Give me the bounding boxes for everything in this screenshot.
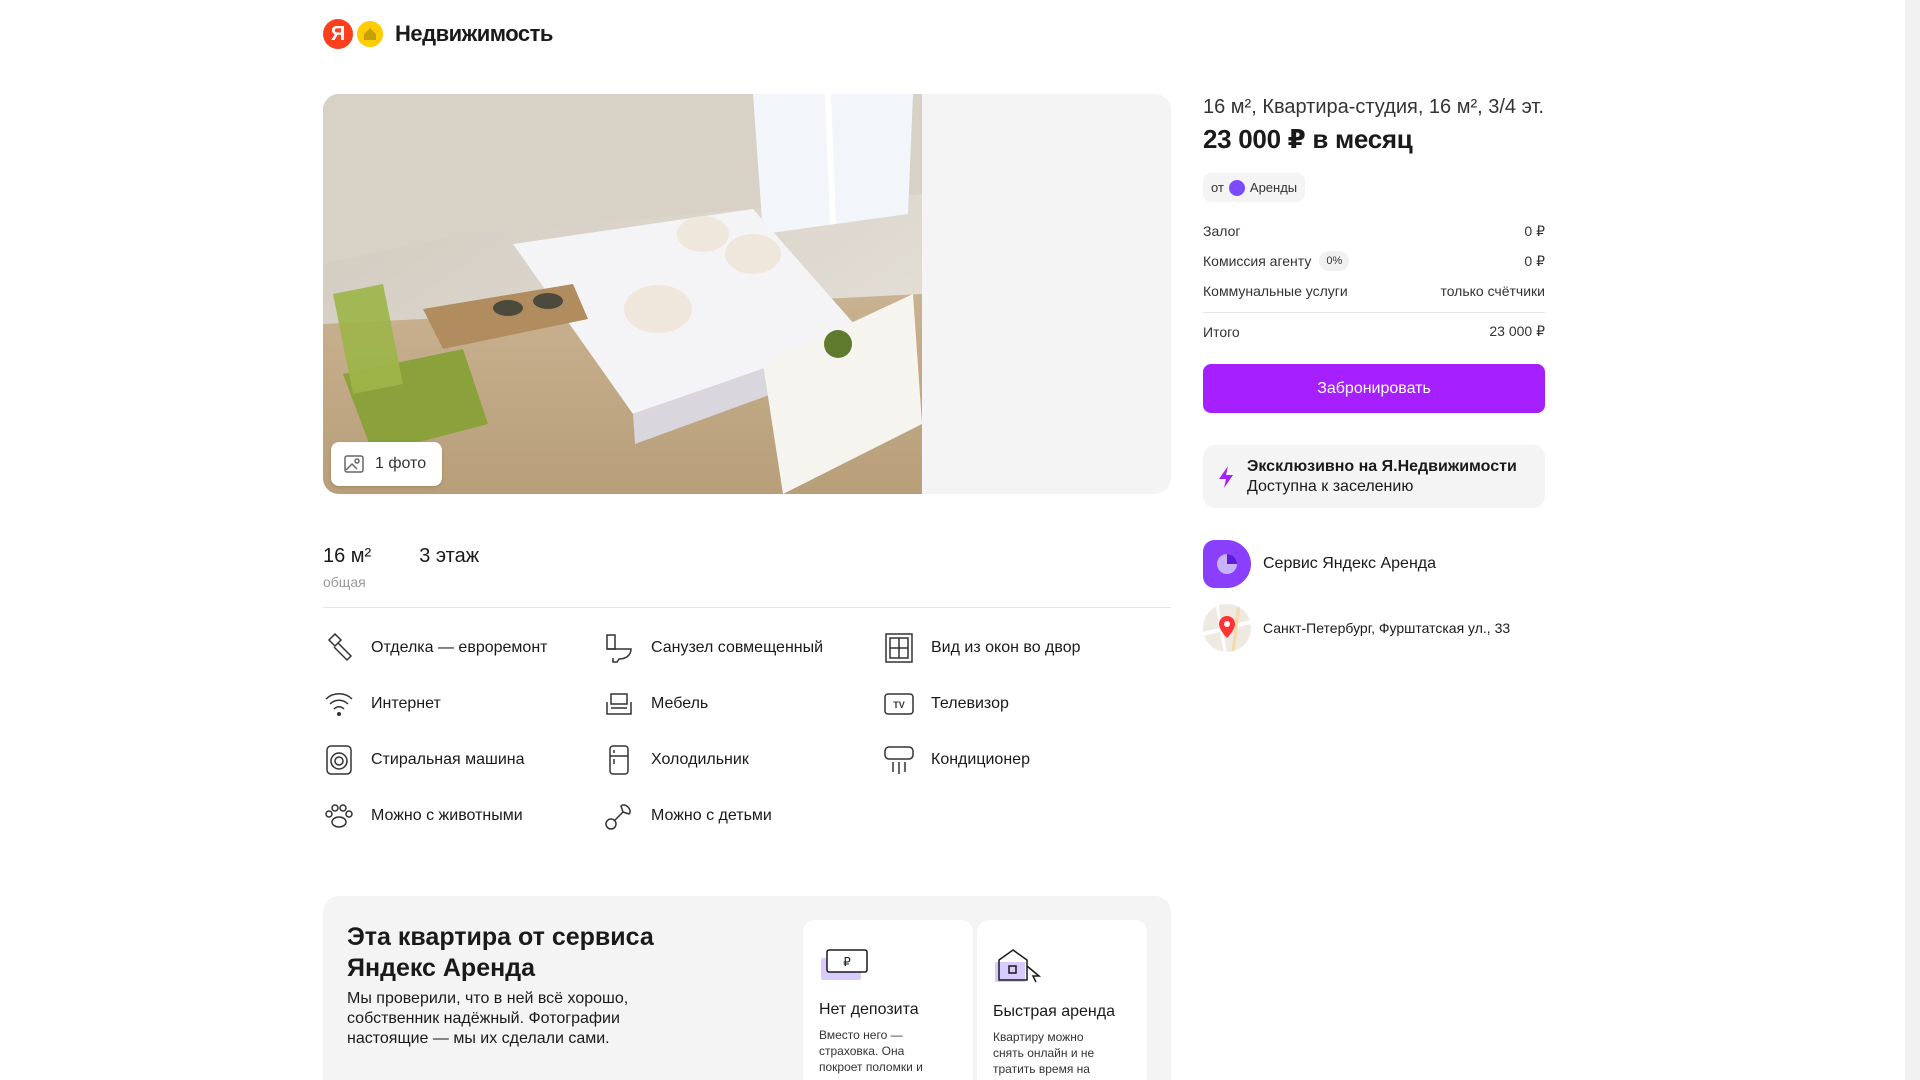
svg-text:₽: ₽ bbox=[843, 955, 851, 969]
param-floor: 3 этаж bbox=[419, 545, 479, 607]
yandex-realty-logo[interactable]: Я Недвижимость bbox=[323, 18, 553, 50]
photo-count-button[interactable]: 1 фото bbox=[331, 442, 443, 486]
page-scrollbar[interactable] bbox=[1905, 0, 1920, 1080]
fee-value: 0 ₽ bbox=[1524, 222, 1545, 239]
promo-card-title: Быстрая аренда bbox=[993, 1003, 1115, 1020]
fee-row-commission: Комиссия агенту 0% 0 ₽ bbox=[1203, 246, 1545, 276]
apartment-photo[interactable]: 1 фото bbox=[323, 94, 922, 494]
yandex-rent-service-icon bbox=[1203, 540, 1251, 588]
amenity-label: Вид из окон во двор bbox=[931, 639, 1081, 656]
promo-text: Мы проверили, что в ней всё хорошо, собс… bbox=[347, 990, 629, 1047]
amenity-label: Санузел совмещенный bbox=[651, 639, 824, 656]
fee-label: Комиссия агенту bbox=[1203, 253, 1312, 269]
amenity-label: Отделка — евроремонт bbox=[371, 639, 548, 656]
realty-house-icon bbox=[355, 19, 385, 49]
washing-machine-icon bbox=[326, 745, 352, 775]
air-conditioner-icon bbox=[884, 746, 914, 774]
amenity-item: Можно с животными bbox=[323, 800, 603, 832]
book-button[interactable]: Забронировать bbox=[1203, 364, 1545, 413]
fee-label: Залог bbox=[1203, 223, 1241, 239]
lightning-icon bbox=[1219, 465, 1233, 488]
total-label: Итого bbox=[1203, 323, 1240, 340]
service-label: Сервис Яндекс Аренда bbox=[1263, 555, 1437, 572]
amenity-item: Отделка — евроремонт bbox=[323, 632, 603, 664]
amenity-item: Вид из окон во двор bbox=[883, 632, 1171, 664]
promo-card-text: Вместо него — страховка. Она покроет пол… bbox=[819, 1028, 923, 1080]
amenity-label: Интернет bbox=[371, 695, 441, 712]
amenity-item: Мебель bbox=[603, 688, 883, 720]
promo-card-fast-rent: Быстрая аренда Квартиру можно снять онла… bbox=[977, 920, 1147, 1080]
amenity-item: TV Телевизор bbox=[883, 688, 1171, 720]
photo-gallery[interactable]: 1 фото bbox=[323, 94, 1171, 494]
badge-text: Аренды bbox=[1249, 180, 1298, 195]
address-label: Санкт-Петербург, Фурштатская ул., 33 bbox=[1263, 620, 1511, 636]
amenities-grid: Отделка — евроремонт Санузел совмещенный… bbox=[323, 632, 1171, 832]
offer-sidebar: 16 м², Квартира-студия, 16 м², 3/4 эт. 2… bbox=[1203, 92, 1545, 652]
armchair-icon bbox=[606, 693, 632, 715]
exclusive-title: Эксклюзивно на Я.Недвижимости bbox=[1247, 457, 1517, 475]
pacifier-icon bbox=[605, 804, 631, 830]
logo-text: Недвижимость bbox=[395, 21, 553, 46]
service-link[interactable]: Сервис Яндекс Аренда bbox=[1203, 540, 1545, 588]
amenity-label: Телевизор bbox=[931, 695, 1009, 712]
money-icon: ₽ bbox=[821, 949, 868, 980]
promo-card-no-deposit: ₽ Нет депозита Вместо него — страховка. … bbox=[803, 920, 973, 1080]
photo-count-label: 1 фото bbox=[375, 455, 427, 472]
amenity-item: Холодильник bbox=[603, 744, 883, 776]
paw-icon bbox=[325, 804, 353, 828]
fee-row-deposit: Залог 0 ₽ bbox=[1203, 216, 1545, 246]
promo-card-text: Квартиру можно снять онлайн и не тратить… bbox=[993, 1030, 1095, 1080]
tv-icon: TV bbox=[884, 693, 914, 715]
badge-prefix: от bbox=[1211, 180, 1224, 195]
amenity-label: Мебель bbox=[651, 695, 709, 712]
fee-label: Коммунальные услуги bbox=[1203, 283, 1348, 299]
param-floor-value: 3 этаж bbox=[419, 545, 480, 567]
exclusive-banner: Эксклюзивно на Я.Недвижимости Доступна к… bbox=[1203, 445, 1545, 508]
map-thumbnail[interactable] bbox=[1203, 604, 1251, 652]
renovation-icon bbox=[327, 632, 353, 662]
fee-value: 0 ₽ bbox=[1524, 252, 1545, 269]
amenity-label: Холодильник bbox=[651, 751, 749, 768]
amenity-label: Можно с детьми bbox=[651, 807, 772, 824]
yandex-logo-icon: Я bbox=[323, 19, 353, 49]
amenity-item: Интернет bbox=[323, 688, 603, 720]
amenity-item: Санузел совмещенный bbox=[603, 632, 883, 664]
fee-row-utilities: Коммунальные услуги только счётчики bbox=[1203, 276, 1545, 306]
commission-chip: 0% bbox=[1319, 251, 1350, 271]
svg-text:TV: TV bbox=[893, 700, 905, 710]
amenity-item: Можно с детьми bbox=[603, 800, 883, 832]
yandex-rent-promo: Эта квартира от сервиса Яндекс Аренда Мы… bbox=[323, 896, 1171, 1080]
toilet-icon bbox=[606, 634, 632, 663]
promo-title: Эта квартира от сервиса Яндекс Аренда bbox=[347, 923, 654, 982]
apartment-params: 16 м² общая 3 этаж bbox=[323, 545, 1171, 608]
amenity-item: Кондиционер bbox=[883, 744, 1171, 776]
param-area-sub: общая bbox=[323, 574, 366, 590]
param-area-value: 16 м² bbox=[323, 545, 372, 567]
window-icon bbox=[885, 633, 913, 663]
gallery-icon bbox=[344, 455, 364, 473]
fee-value: только счётчики bbox=[1440, 283, 1545, 299]
amenity-label: Стиральная машина bbox=[371, 751, 525, 768]
amenity-item: Стиральная машина bbox=[323, 744, 603, 776]
exclusive-subtitle: Доступна к заселению bbox=[1247, 477, 1414, 495]
rent-source-badge[interactable]: от Аренды bbox=[1203, 173, 1306, 202]
fee-row-total: Итого 23 000 ₽ bbox=[1203, 312, 1545, 350]
offer-title: 16 м², Квартира-студия, 16 м², 3/4 эт. bbox=[1203, 96, 1544, 118]
promo-card-title: Нет депозита bbox=[819, 1001, 919, 1018]
offer-price: 23 000 ₽ в месяц bbox=[1203, 124, 1413, 154]
amenity-label: Кондиционер bbox=[931, 751, 1030, 768]
fridge-icon bbox=[609, 745, 629, 775]
total-value: 23 000 ₽ bbox=[1489, 323, 1545, 339]
fees-table: Залог 0 ₽ Комиссия агенту 0% 0 ₽ Коммуна… bbox=[1203, 216, 1545, 350]
address-link[interactable]: Санкт-Петербург, Фурштатская ул., 33 bbox=[1203, 604, 1545, 652]
param-area: 16 м² общая bbox=[323, 545, 371, 607]
wifi-icon bbox=[325, 693, 353, 716]
yandex-rent-logo-icon bbox=[1228, 179, 1245, 196]
amenity-label: Можно с животными bbox=[371, 807, 523, 824]
house-cursor-icon bbox=[995, 949, 1042, 983]
